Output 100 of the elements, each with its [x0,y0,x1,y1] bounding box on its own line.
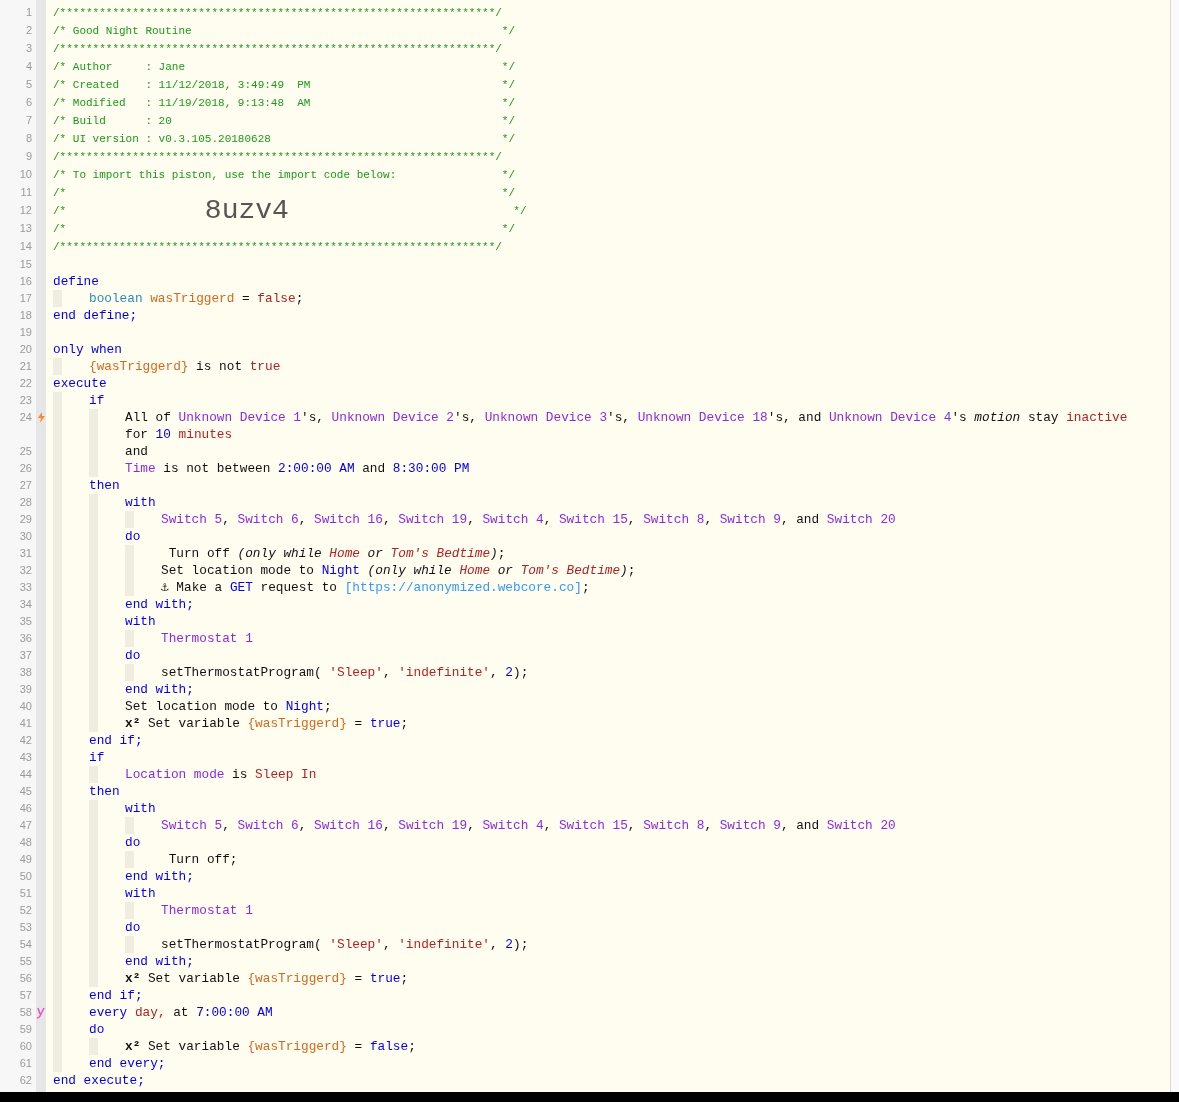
code-line: /* Build : 20 */ [53,114,517,129]
line-number: 25 [19,444,32,459]
line-number: 35 [19,614,32,629]
code-line: ⚓ Make a GET request to [https://anonymized.webcore.co]; [161,579,591,596]
line-number: 58 [19,1005,32,1020]
schedule-icon [37,1007,45,1019]
code-line: Thermostat 1 [161,630,254,647]
code-line: boolean wasTriggerd = false; [89,290,305,307]
code-line: end with; [125,681,195,698]
line-number: 11 [20,185,32,200]
line-number: 6 [25,95,32,110]
line-number: 32 [19,563,32,578]
line-number: 38 [19,665,32,680]
line-number: 56 [19,971,32,986]
line-number: 17 [19,291,32,306]
code-line: /******************************************************************/ [53,240,503,255]
code-line: end if; [89,987,144,1004]
code-line: /* Modified : 11/19/2018, 9:13:48 AM */ [53,96,517,111]
line-number: 12 [19,203,32,218]
code-line: Set location mode to Night; [125,698,333,715]
line-number: 37 [19,648,32,663]
line-number: 55 [19,954,32,969]
line-number: 18 [19,308,32,323]
code-line: end execute; [53,1072,146,1089]
line-number: 60 [19,1039,32,1054]
code-line: /* UI version : v0.3.105.20180628 */ [53,132,517,147]
code-line: if [89,749,106,766]
line-number: 61 [19,1056,32,1071]
line-number: 26 [19,461,32,476]
code-line: setThermostatProgram( 'Sleep', 'indefinite', 2); [161,936,530,953]
code-line: only when [53,341,123,358]
code-line: x² Set variable {wasTriggerd} = true; [125,970,410,987]
line-number: 41 [19,716,32,731]
line-number: 49 [19,852,32,867]
line-number: 29 [19,512,32,527]
code-line: execute [53,375,108,392]
code-line: end with; [125,596,195,613]
line-number: 40 [19,699,32,714]
code-line: /* Author : Jane */ [53,60,517,75]
code-line: x² Set variable {wasTriggerd} = false; [125,1038,417,1055]
code-line: /* Good Night Routine */ [53,24,517,39]
line-number: 15 [19,257,32,272]
line-number: 28 [19,495,32,510]
code-line: then [89,783,121,800]
code-line: then [89,477,121,494]
line-number: 23 [19,393,32,408]
line-number: 48 [19,835,32,850]
line-number: 54 [19,937,32,952]
line-number: 24 [19,410,32,425]
line-number: 27 [19,478,32,493]
line-number: 9 [25,149,32,164]
line-number: 30 [19,529,32,544]
line-number: 47 [19,818,32,833]
line-number: 39 [19,682,32,697]
code-line: do [89,1021,106,1038]
line-number: 16 [19,274,32,289]
code-line: do [125,919,142,936]
code-line: with [125,885,157,902]
code-line: /******************************************************************/ [53,42,503,57]
code-line: /* */ [53,222,517,237]
code-line: do [125,528,142,545]
line-number: 50 [19,869,32,884]
code-line: Switch 5, Switch 6, Switch 16, Switch 19, Switch 4, Switch 15, Switch 8, Switch 9, and Switch 20 [161,817,897,834]
line-number: 21 [19,359,32,374]
code-line: do [125,834,142,851]
code-line: /* To import this piston, use the import code below: */ [53,168,517,183]
line-number: 31 [19,546,32,561]
line-number: 14 [19,239,32,254]
line-number: 33 [19,580,32,595]
line-number: 5 [25,77,32,92]
line-number: 7 [25,113,32,128]
line-number: 46 [19,801,32,816]
code-line: Thermostat 1 [161,902,254,919]
line-number: 13 [19,221,32,236]
line-number: 2 [25,23,32,38]
line-number: 44 [19,767,32,782]
line-number: 57 [19,988,32,1003]
code-line: with [125,494,157,511]
line-number: 20 [19,342,32,357]
line-number: 22 [19,376,32,391]
code-line: and [125,443,149,460]
code-line: /******************************************************************/ [53,6,503,21]
line-number: 43 [19,750,32,765]
code-line: end with; [125,953,195,970]
code-line: end every; [89,1055,167,1072]
line-number: 52 [19,903,32,918]
code-line: All of Unknown Device 1's, Unknown Device 2's, Unknown Device 3's, Unknown Device 18's, and Unknown Device 4's motion stay inactive for 10 minutes [125,409,1129,443]
line-number: 36 [19,631,32,646]
line-number: 62 [19,1073,32,1088]
code-line: with [125,613,157,630]
code-line: Turn off (only while Home or Tom's Bedtime); [167,545,507,562]
line-number: 10 [19,167,32,182]
line-number: 45 [19,784,32,799]
line-number: 8 [25,131,32,146]
line-number: 53 [19,920,32,935]
code-line: Time is not between 2:00:00 AM and 8:30:00 PM [125,460,471,477]
line-number: 42 [19,733,32,748]
code-line: x² Set variable {wasTriggerd} = true; [125,715,410,732]
line-number: 34 [19,597,32,612]
code-line: with [125,800,157,817]
